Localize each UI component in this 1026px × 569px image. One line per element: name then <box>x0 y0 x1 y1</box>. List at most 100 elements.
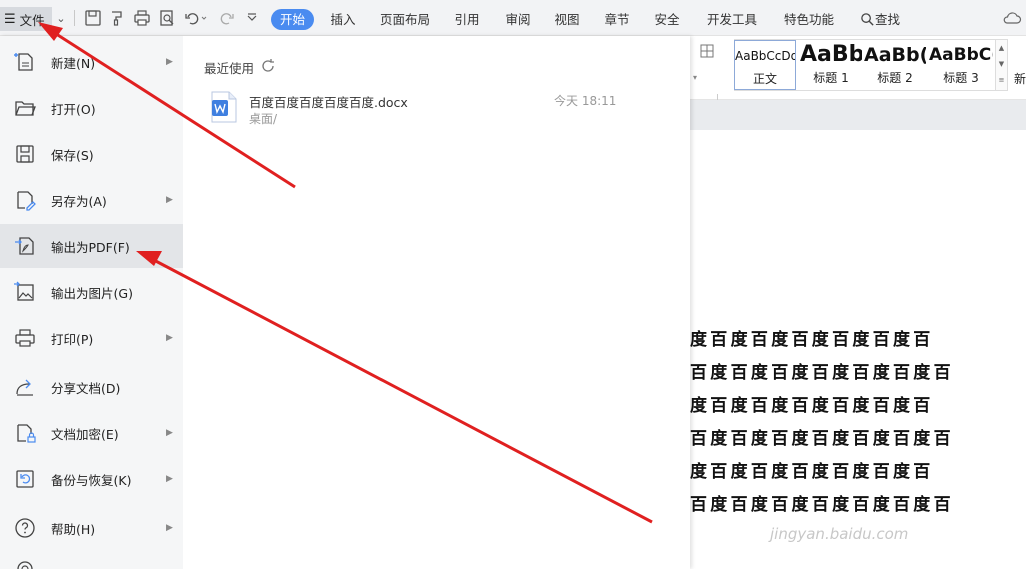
backup-restore-icon <box>13 467 37 491</box>
refresh-icon[interactable] <box>260 58 276 74</box>
search-label: 查找 <box>875 12 901 27</box>
hamburger-icon: ☰ <box>4 11 16 27</box>
share-icon <box>13 375 37 399</box>
menu-item-print[interactable]: 打印(P) ▶ <box>0 316 183 360</box>
tab-page-layout[interactable]: 页面布局 <box>380 9 430 30</box>
tab-developer-tools[interactable]: 开发工具 <box>707 9 757 30</box>
menu-item-label: 分享文档(D) <box>51 380 121 396</box>
style-label: 正文 <box>752 72 777 86</box>
file-menu-panel: 新建(N) ▶ 打开(O) 保存(S) 另存为(A) ▶ 输出为PDF(F) 输… <box>0 36 690 569</box>
menu-item-export-pdf[interactable]: 输出为PDF(F) <box>0 224 183 268</box>
document-line[interactable]: 度百度百度百度百度百度百 <box>690 457 1026 482</box>
tab-chapter[interactable]: 章节 <box>604 9 630 30</box>
document-line[interactable]: 百度百度百度百度百度百度百 <box>690 358 1026 383</box>
redo-icon[interactable] <box>218 9 236 27</box>
file-menu-list: 新建(N) ▶ 打开(O) 保存(S) 另存为(A) ▶ 输出为PDF(F) 输… <box>0 36 183 569</box>
save-as-icon <box>13 188 37 212</box>
menu-item-label: 新建(N) <box>51 55 96 71</box>
style-heading-1[interactable]: AaBb 标题 1 <box>800 40 862 90</box>
tab-home[interactable]: 开始 <box>271 9 315 30</box>
style-heading-2[interactable]: AaBb( 标题 2 <box>864 40 926 90</box>
save-icon <box>13 142 37 166</box>
style-gallery-scroll[interactable]: ▲ ▼ ≡ <box>996 39 1008 91</box>
print-icon[interactable] <box>133 9 151 27</box>
document-line[interactable]: 度百度百度百度百度百度百 <box>690 391 1026 416</box>
divider <box>74 10 75 26</box>
word-file-icon <box>210 91 238 123</box>
printer-icon <box>13 326 37 350</box>
menu-item-label: 帮助(H) <box>51 521 96 537</box>
file-time: 今天 18:11 <box>554 94 617 108</box>
style-label: 标题 2 <box>877 71 913 85</box>
new-doc-icon <box>13 50 37 74</box>
chevron-right-icon: ▶ <box>166 57 173 67</box>
recent-title: 最近使用 <box>204 61 255 76</box>
tab-review[interactable]: 审阅 <box>505 9 531 30</box>
tab-references[interactable]: 引用 <box>454 9 480 30</box>
cloud-icon[interactable] <box>1002 10 1022 26</box>
tab-security[interactable]: 安全 <box>654 9 680 30</box>
chevron-right-icon: ▶ <box>166 523 173 533</box>
chevron-right-icon: ▶ <box>166 428 173 438</box>
menu-item-new[interactable]: 新建(N) ▶ <box>0 40 183 84</box>
menu-item-label: 打印(P) <box>51 331 94 347</box>
save-icon[interactable] <box>84 9 102 27</box>
tab-special-features[interactable]: 特色功能 <box>784 9 834 30</box>
menu-item-backup-restore[interactable]: 备份与恢复(K) ▶ <box>0 457 183 501</box>
menu-item-save[interactable]: 保存(S) <box>0 132 183 176</box>
file-menu-label: 文件 <box>19 12 45 28</box>
watermark: jingyan.baidu.com <box>770 525 909 543</box>
export-pdf-icon <box>13 234 37 258</box>
style-heading-3[interactable]: AaBbC( 标题 3 <box>929 40 993 90</box>
top-toolbar: ☰ 文件 ⌄ 开始 插入 页面布局 引用 审阅 视图 章节 安全 开发工具 特色… <box>0 0 1026 36</box>
style-set-icon[interactable] <box>698 42 716 60</box>
document-line[interactable]: 度百度百度百度百度百度百 <box>690 325 1026 350</box>
style-label: 标题 3 <box>943 71 979 85</box>
tab-view[interactable]: 视图 <box>554 9 580 30</box>
print-preview-icon[interactable] <box>158 9 176 27</box>
chevron-down-icon[interactable]: ⌄ <box>54 10 68 28</box>
recent-file-item[interactable]: 百度百度百度百度百度.docx 桌面/ 今天 18:11 <box>204 88 634 128</box>
menu-item-save-as[interactable]: 另存为(A) ▶ <box>0 178 183 222</box>
menu-item-label: 备份与恢复(K) <box>51 472 132 488</box>
document-line[interactable]: 百度百度百度百度百度百度百 <box>690 490 1026 515</box>
document-line[interactable]: 百度百度百度百度百度百度百 <box>690 424 1026 449</box>
menu-item-help[interactable]: 帮助(H) ▶ <box>0 506 183 550</box>
menu-item-label: 另存为(A) <box>51 193 107 209</box>
chevron-right-icon: ▶ <box>166 474 173 484</box>
menu-item-label: 文档加密(E) <box>51 426 119 442</box>
tab-insert[interactable]: 插入 <box>330 9 356 30</box>
new-style-button[interactable]: 新 <box>1014 70 1026 87</box>
file-path: 桌面/ <box>249 112 278 126</box>
file-name: 百度百度百度百度百度.docx <box>249 95 408 110</box>
export-image-icon <box>13 280 37 304</box>
menu-item-label: 保存(S) <box>51 147 94 163</box>
menu-item-open[interactable]: 打开(O) <box>0 86 183 130</box>
format-painter-icon[interactable] <box>108 9 126 27</box>
style-label: 标题 1 <box>813 71 849 85</box>
style-sample: AaBb( <box>864 44 926 66</box>
gear-icon[interactable] <box>14 558 36 569</box>
customize-toolbar-icon[interactable] <box>243 9 261 27</box>
menu-item-export-image[interactable]: 输出为图片(G) <box>0 270 183 314</box>
style-sample: AaBbCcDd <box>735 49 795 63</box>
document-background <box>690 100 1026 130</box>
chevron-right-icon: ▶ <box>166 333 173 343</box>
style-sample: AaBb <box>800 42 862 67</box>
style-sample: AaBbC( <box>929 45 993 65</box>
chevron-down-icon[interactable]: ▾ <box>693 73 697 82</box>
style-normal[interactable]: AaBbCcDd 正文 <box>734 40 796 90</box>
menu-item-label: 输出为PDF(F) <box>51 239 130 255</box>
menu-item-encrypt[interactable]: 文档加密(E) ▶ <box>0 411 183 455</box>
undo-icon[interactable] <box>183 9 207 27</box>
encrypt-doc-icon <box>13 421 37 445</box>
menu-item-label: 输出为图片(G) <box>51 285 133 301</box>
search-button[interactable]: 查找 <box>860 9 900 30</box>
menu-item-share[interactable]: 分享文档(D) <box>0 365 183 409</box>
chevron-right-icon: ▶ <box>166 195 173 205</box>
search-icon <box>861 13 874 26</box>
file-menu-button[interactable]: ☰ 文件 <box>0 7 52 31</box>
menu-item-label: 打开(O) <box>51 101 96 117</box>
folder-open-icon <box>13 96 37 120</box>
help-icon <box>13 516 37 540</box>
